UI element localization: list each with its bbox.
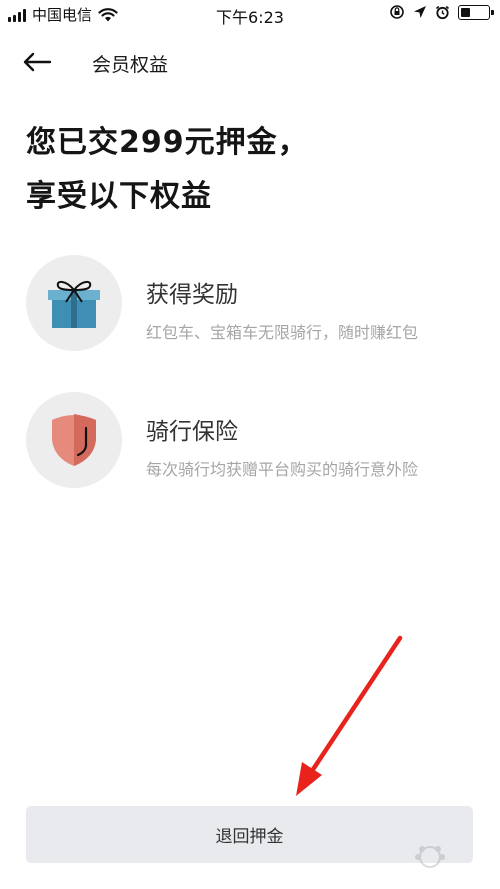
headline-line-2: 享受以下权益 xyxy=(26,179,212,214)
battery-icon xyxy=(458,4,494,20)
benefit-description: 红包车、宝箱车无限骑行，随时赚红包 xyxy=(146,323,419,342)
gift-icon xyxy=(48,280,100,328)
nav-bar: 会员权益 xyxy=(0,40,500,84)
benefit-item-rewards: 获得奖励 红包车、宝箱车无限骑行，随时赚红包 xyxy=(26,255,476,355)
benefit-title: 骑行保险 xyxy=(146,419,238,445)
page-title: 会员权益 xyxy=(92,54,169,76)
benefit-description: 每次骑行均获赠平台购买的骑行意外险 xyxy=(146,460,419,479)
gift-icon-badge xyxy=(26,255,122,351)
headline-line-1: 您已交299元押金， xyxy=(26,125,309,160)
status-bar: 中国电信 下午6:23 xyxy=(0,0,500,28)
rotation-lock-icon xyxy=(390,5,404,19)
back-button[interactable] xyxy=(22,44,62,80)
shield-icon xyxy=(52,414,96,466)
watermark-logo-icon xyxy=(415,846,445,868)
back-arrow-icon xyxy=(23,52,52,72)
location-arrow-icon xyxy=(414,6,426,18)
status-right xyxy=(389,4,494,20)
alarm-icon xyxy=(435,5,450,19)
headline: 您已交299元押金， 享受以下权益 xyxy=(26,116,309,224)
benefit-title: 获得奖励 xyxy=(146,282,238,308)
benefit-item-insurance: 骑行保险 每次骑行均获赠平台购买的骑行意外险 xyxy=(26,392,476,492)
shield-icon-badge xyxy=(26,392,122,488)
